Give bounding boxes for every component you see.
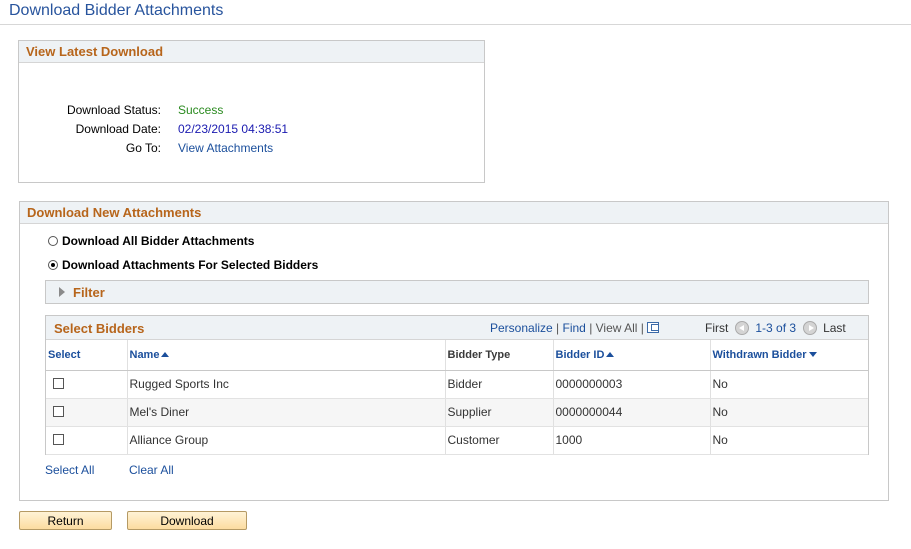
download-button[interactable]: Download	[127, 511, 247, 530]
last-label: Last	[823, 321, 846, 335]
new-attachments-section: Download New Attachments Download All Bi…	[19, 201, 889, 501]
radio-selected-label: Download Attachments For Selected Bidder…	[62, 258, 319, 272]
grid-toolbar: Personalize | Find | View All |	[490, 321, 660, 335]
row-select-checkbox[interactable]	[53, 406, 64, 417]
bidder-id: 0000000044	[552, 398, 710, 427]
row-select-cell	[46, 426, 127, 455]
radio-all-label: Download All Bidder Attachments	[62, 234, 255, 248]
col-withdrawn[interactable]: Withdrawn Bidder	[709, 340, 868, 371]
table-row: Rugged Sports Inc Bidder 0000000003 No	[46, 370, 868, 399]
title-divider	[0, 24, 911, 25]
radio-download-selected[interactable]: Download Attachments For Selected Bidder…	[48, 258, 318, 272]
bidder-id: 1000	[552, 426, 710, 455]
download-status-value: Success	[178, 103, 224, 117]
expand-triangle-icon[interactable]	[59, 287, 65, 297]
bidder-name: Alliance Group	[126, 426, 445, 455]
grid-title: Select Bidders	[54, 321, 145, 336]
withdrawn-value: No	[709, 426, 868, 455]
view-attachments-link[interactable]: View Attachments	[178, 141, 273, 155]
download-date-label: Download Date:	[75, 122, 161, 136]
row-select-cell	[46, 398, 127, 427]
filter-collapsible[interactable]: Filter	[45, 280, 869, 304]
latest-download-header: View Latest Download	[19, 41, 484, 63]
bidder-type: Customer	[444, 426, 553, 455]
next-page-icon[interactable]	[802, 321, 817, 335]
page-title: Download Bidder Attachments	[9, 2, 224, 19]
sort-ascending-icon[interactable]	[161, 351, 170, 357]
col-name[interactable]: Name	[126, 340, 445, 371]
grid-pagination: First 1-3 of 3 Last	[705, 321, 846, 335]
bidder-id: 0000000003	[552, 370, 710, 399]
new-attachments-header: Download New Attachments	[20, 202, 888, 224]
sort-ascending-icon[interactable]	[606, 351, 615, 357]
row-select-checkbox[interactable]	[53, 378, 64, 389]
col-bidder-id[interactable]: Bidder ID	[552, 340, 710, 371]
download-date-value: 02/23/2015 04:38:51	[178, 122, 289, 136]
clear-all-link[interactable]: Clear All	[129, 463, 174, 477]
bidder-type: Bidder	[444, 370, 553, 399]
radio-all-icon[interactable]	[48, 236, 58, 246]
return-button[interactable]: Return	[19, 511, 112, 530]
bidder-name: Rugged Sports Inc	[126, 370, 445, 399]
row-select-cell	[46, 370, 127, 399]
download-status-label: Download Status:	[66, 103, 161, 117]
bidders-grid: Select Bidders Personalize | Find | View…	[45, 315, 869, 455]
range-text: 1-3 of 3	[755, 321, 797, 335]
table-row: Alliance Group Customer 1000 No	[46, 426, 868, 455]
popout-window-icon[interactable]	[647, 322, 660, 333]
bidder-name: Mel's Diner	[126, 398, 445, 427]
personalize-link[interactable]: Personalize	[490, 321, 553, 335]
filter-label[interactable]: Filter	[73, 285, 105, 300]
withdrawn-value: No	[709, 398, 868, 427]
goto-label: Go To:	[125, 141, 161, 155]
first-label: First	[705, 321, 729, 335]
sort-descending-icon[interactable]	[808, 351, 817, 357]
withdrawn-value: No	[709, 370, 868, 399]
bidder-type: Supplier	[444, 398, 553, 427]
previous-page-icon[interactable]	[735, 321, 749, 335]
table-row: Mel's Diner Supplier 0000000044 No	[46, 398, 868, 427]
grid-header: Select Bidders Personalize | Find | View…	[46, 316, 868, 340]
view-all-link[interactable]: View All	[596, 321, 638, 335]
find-link[interactable]: Find	[563, 321, 586, 335]
col-select: Select	[46, 340, 127, 371]
bidders-table: Select Name Bidder Type Bidder ID Withdr…	[46, 340, 868, 455]
select-all-link[interactable]: Select All	[45, 463, 94, 477]
radio-download-all[interactable]: Download All Bidder Attachments	[48, 234, 254, 248]
row-select-checkbox[interactable]	[53, 434, 64, 445]
col-bidder-type: Bidder Type	[444, 340, 553, 371]
radio-selected-icon[interactable]	[48, 260, 58, 270]
latest-download-section: View Latest Download Download Status: Su…	[18, 40, 485, 183]
